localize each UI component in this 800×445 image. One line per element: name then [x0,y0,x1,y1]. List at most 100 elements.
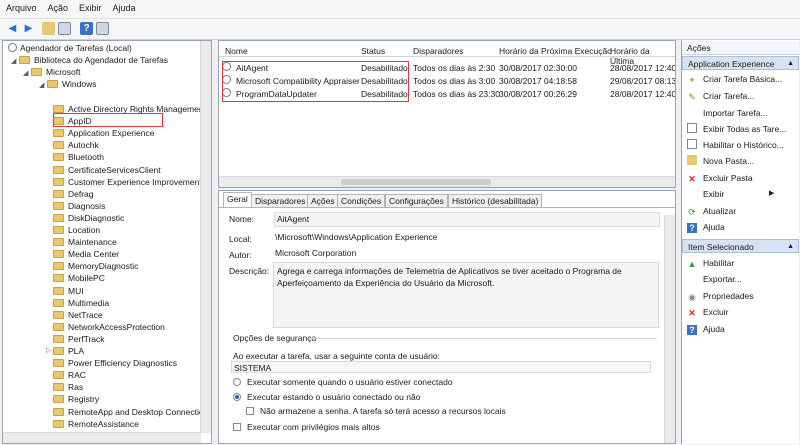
action-import-task[interactable]: Importar Tarefa... [687,107,768,119]
action-show-all-tasks[interactable]: Exibir Todas as Tare... [687,123,786,135]
tree-folder-item[interactable]: DiskDiagnostic [53,212,124,224]
tree-horizontal-scrollbar[interactable] [3,432,201,443]
show-hide-tree-icon[interactable] [58,22,71,35]
folder-icon [19,56,30,64]
tab-configuracoes[interactable]: Configurações [385,194,448,207]
show-actions-pane-icon[interactable] [96,22,109,35]
action-export[interactable]: Exportar... [687,273,742,285]
action-enable[interactable]: ▲ Habilitar [687,257,735,269]
folder-icon [31,68,42,76]
menu-ajuda[interactable]: Ajuda [107,0,141,13]
action-new-folder[interactable]: Nova Pasta... [687,155,754,167]
back-arrow-icon[interactable]: ◀ [6,22,19,35]
folder-tree: Agendador de Tarefas (Local) ◢ Biblioteca… [2,40,212,444]
checkbox-icon[interactable] [246,407,254,415]
folder-icon [53,105,64,113]
tab-condicoes[interactable]: Condições [337,194,386,207]
tree-folder-item[interactable]: PerfTrack [53,333,105,345]
tree-folder-item[interactable]: Media Center [53,248,119,260]
tree-folder-item[interactable]: RAC [53,369,86,381]
new-folder-icon [687,155,697,165]
actions-title: Ações [682,41,799,55]
folder-icon [53,177,64,186]
tree-vertical-scrollbar[interactable] [200,41,211,433]
tree-folder-item[interactable]: Diagnosis [53,200,105,212]
tree-folder-item[interactable]: Customer Experience Improvement [53,176,202,188]
collapse-arrow-icon[interactable]: ▲ [787,57,794,71]
tab-historico[interactable]: Histórico (desabilitada) [448,194,543,207]
tree-folder-item[interactable]: Application Experience [53,127,154,139]
security-account-field[interactable] [231,361,651,373]
tree-folder-item[interactable]: NetTrace [53,309,103,321]
tree-folder-item[interactable]: Registry [53,393,99,405]
radio-selected-icon[interactable] [233,393,241,401]
expanded-arrow-icon[interactable]: ◢ [39,80,47,92]
details-vertical-scrollbar[interactable] [664,215,675,443]
chk-no-password[interactable]: Não armazene a senha. A tarefa só terá a… [246,406,506,416]
tree-folder-item[interactable]: Defrag [53,188,94,200]
help-icon: ? [687,325,697,335]
tree-folder-item[interactable]: PLA ▷ [46,345,84,357]
selection-highlight [222,61,409,102]
menu-exibir[interactable]: Exibir [73,0,107,13]
name-value: AitAgent [277,214,310,224]
export-icon [687,273,697,283]
scrollbar-thumb[interactable] [341,179,491,185]
tree-folder-item[interactable]: Location [53,224,100,236]
tree-folder-item[interactable]: Bluetooth [53,151,104,163]
tab-geral[interactable]: Geral [223,192,252,208]
action-create-basic-task[interactable]: ✦ Criar Tarefa Básica... [687,73,782,85]
tab-disparadores[interactable]: Disparadores [251,194,310,207]
menu-acao[interactable]: Ação [42,0,74,13]
tree-folder-item[interactable]: RemoteAssistance [53,418,139,430]
collapse-arrow-icon[interactable]: ▲ [787,240,794,254]
action-enable-history[interactable]: Habilitar o Histórico... [687,139,784,151]
col-header-next-run[interactable]: Horário da Próxima Execução [499,46,612,56]
action-delete[interactable]: ✕ Excluir [687,306,728,318]
tree-root[interactable]: Agendador de Tarefas (Local) [8,42,132,54]
tree-folder-item[interactable]: MUI [53,285,84,297]
forward-arrow-icon[interactable]: ▶ [22,22,35,35]
tree-folder-item[interactable]: MobilePC [53,272,105,284]
tree-folder-item[interactable]: NetworkAccessProtection [53,321,165,333]
tree-folder-item[interactable]: Autochk [53,139,99,151]
help-icon[interactable]: ? [80,22,93,35]
tree-folder-item[interactable]: RemoteApp and Desktop Connectio [53,406,204,418]
chk-highest[interactable]: Executar com privilégios mais altos [233,422,380,432]
tree-folder-item[interactable]: CertificateServicesClient [53,164,161,176]
menu-arquivo[interactable]: Arquivo [0,0,42,13]
tree-microsoft[interactable]: ◢ Microsoft [23,66,80,78]
description-label: Descrição: [229,266,270,276]
section-application-experience[interactable]: Application Experience ▲ [682,56,799,70]
section-selected-item[interactable]: Item Selecionado ▲ [682,239,799,253]
collapsed-arrow-icon[interactable]: ▷ [46,345,51,357]
folder-up-icon[interactable] [42,22,55,35]
tree-folder-item[interactable]: Ras [53,381,83,393]
expanded-arrow-icon[interactable]: ◢ [11,56,19,68]
radio-any[interactable]: Executar estando o usuário conectado ou … [233,392,420,402]
col-header-name[interactable]: Nome [225,46,248,56]
folder-icon [53,407,64,416]
checkbox-icon[interactable] [233,423,241,431]
tree-folder-item[interactable]: Multimedia [53,297,109,309]
action-help-selected[interactable]: ? Ajuda [687,323,725,335]
action-view[interactable]: Exibir ▶ [687,188,774,200]
col-header-status[interactable]: Status [361,46,385,56]
tree-folder-item[interactable]: Maintenance [53,236,117,248]
action-create-task[interactable]: ✎ Criar Tarefa... [687,90,754,102]
radio-icon[interactable] [233,378,241,386]
action-properties[interactable]: ◉ Propriedades [687,290,754,302]
tree-windows[interactable]: ◢ Windows [39,78,96,90]
action-delete-folder[interactable]: ✕ Excluir Pasta [687,172,752,184]
tree-folder-item[interactable]: MemoryDiagnostic [53,260,138,272]
name-field[interactable] [274,212,660,227]
tree-folder-item[interactable]: Power Efficiency Diagnostics [53,357,177,369]
action-help[interactable]: ? Ajuda [687,221,725,233]
tree-library[interactable]: ◢ Biblioteca do Agendador de Tarefas [11,54,168,66]
col-header-triggers[interactable]: Disparadores [413,46,464,56]
expanded-arrow-icon[interactable]: ◢ [23,68,31,80]
tab-acoes[interactable]: Ações [307,194,339,207]
action-refresh[interactable]: ⟳ Atualizar [687,205,736,217]
radio-logged-on[interactable]: Executar somente quando o usuário estive… [233,377,453,387]
toolbar: ◀ ▶ ? [0,19,800,40]
